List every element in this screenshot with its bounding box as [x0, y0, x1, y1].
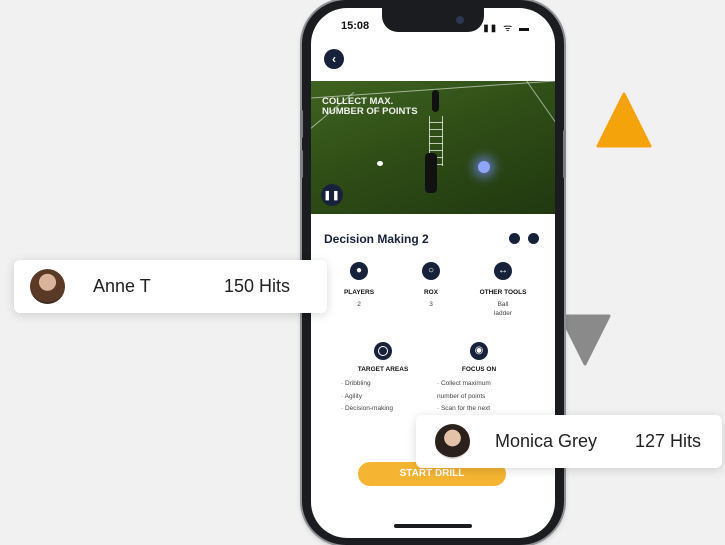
list-item: · Scan for the next	[437, 405, 491, 412]
target-areas-label: TARGET AREAS	[357, 366, 409, 373]
rox-icon: ○	[422, 262, 440, 280]
phone-side-button	[300, 110, 303, 138]
stat-players: ● PLAYERS 2	[324, 262, 394, 309]
ball	[377, 161, 383, 166]
stat-rox: ○ ROX 3	[396, 262, 466, 309]
light-point	[478, 161, 490, 173]
leaderboard-card: Anne T 150 Hits	[14, 260, 327, 313]
field-line	[526, 81, 555, 123]
stat-value: Ball ladder	[468, 300, 538, 318]
home-indicator	[394, 524, 472, 528]
info-icon[interactable]	[528, 233, 539, 244]
target-icon	[374, 342, 392, 360]
stat-label: PLAYERS	[343, 289, 375, 296]
list-item: · Collect maximum	[437, 380, 491, 387]
stat-value-line: ladder	[493, 310, 513, 317]
target-areas-list: · Dribbling · Agility · Decision-making	[341, 378, 393, 416]
player-hits: 127 Hits	[635, 431, 702, 451]
status-time: 15:08	[341, 20, 370, 32]
orange-triangle-icon	[596, 92, 652, 148]
phone-side-button	[300, 150, 303, 178]
chevron-left-icon: ‹	[332, 52, 336, 66]
person-icon: ●	[350, 262, 368, 280]
stat-other-tools: ↔ OTHER TOOLS Ball ladder	[468, 262, 538, 318]
drill-title: Decision Making 2	[324, 232, 429, 246]
stat-label: OTHER TOOLS	[479, 289, 527, 296]
phone-power-button	[563, 130, 566, 178]
stat-value: 2	[357, 301, 361, 308]
drill-video[interactable]: COLLECT MAX. NUMBER OF POINTS ❚❚	[311, 81, 555, 214]
video-caption: COLLECT MAX. NUMBER OF POINTS	[322, 97, 418, 117]
avatar	[435, 424, 470, 459]
avatar	[30, 269, 65, 304]
list-item: · Agility	[341, 392, 362, 400]
list-item: number of points	[437, 392, 486, 400]
focus-on-list: · Collect maximum number of points · Sca…	[437, 378, 491, 416]
player-figure	[432, 90, 439, 112]
player-name: Anne T	[93, 276, 151, 296]
pause-icon: ❚❚	[323, 190, 341, 200]
status-icons: ▮▮ ᯤ ▬	[483, 23, 531, 34]
phone-notch	[382, 8, 484, 32]
list-item: · Decision-making	[341, 405, 394, 412]
list-item: · Dribbling	[341, 380, 371, 387]
pause-button[interactable]: ❚❚	[321, 184, 343, 206]
focus-on-label: FOCUS ON	[461, 366, 497, 373]
player-hits: 150 Hits	[224, 276, 291, 296]
leaderboard-card: Monica Grey 127 Hits	[416, 415, 722, 468]
stat-label: ROX	[423, 289, 439, 296]
stat-value: 3	[429, 301, 433, 308]
tools-icon: ↔	[494, 262, 512, 280]
gray-triangle-icon	[559, 314, 611, 366]
back-button[interactable]: ‹	[324, 49, 344, 69]
video-caption-line: NUMBER OF POINTS	[322, 106, 418, 117]
focus-on-section: ◉ FOCUS ON	[444, 342, 514, 373]
target-areas-section: TARGET AREAS	[348, 342, 418, 373]
camera-icon	[456, 16, 464, 24]
stat-value-line: Ball	[497, 301, 509, 308]
focus-icon: ◉	[470, 342, 488, 360]
clock-icon[interactable]	[509, 233, 520, 244]
player-figure	[425, 153, 437, 193]
player-name: Monica Grey	[495, 431, 598, 451]
